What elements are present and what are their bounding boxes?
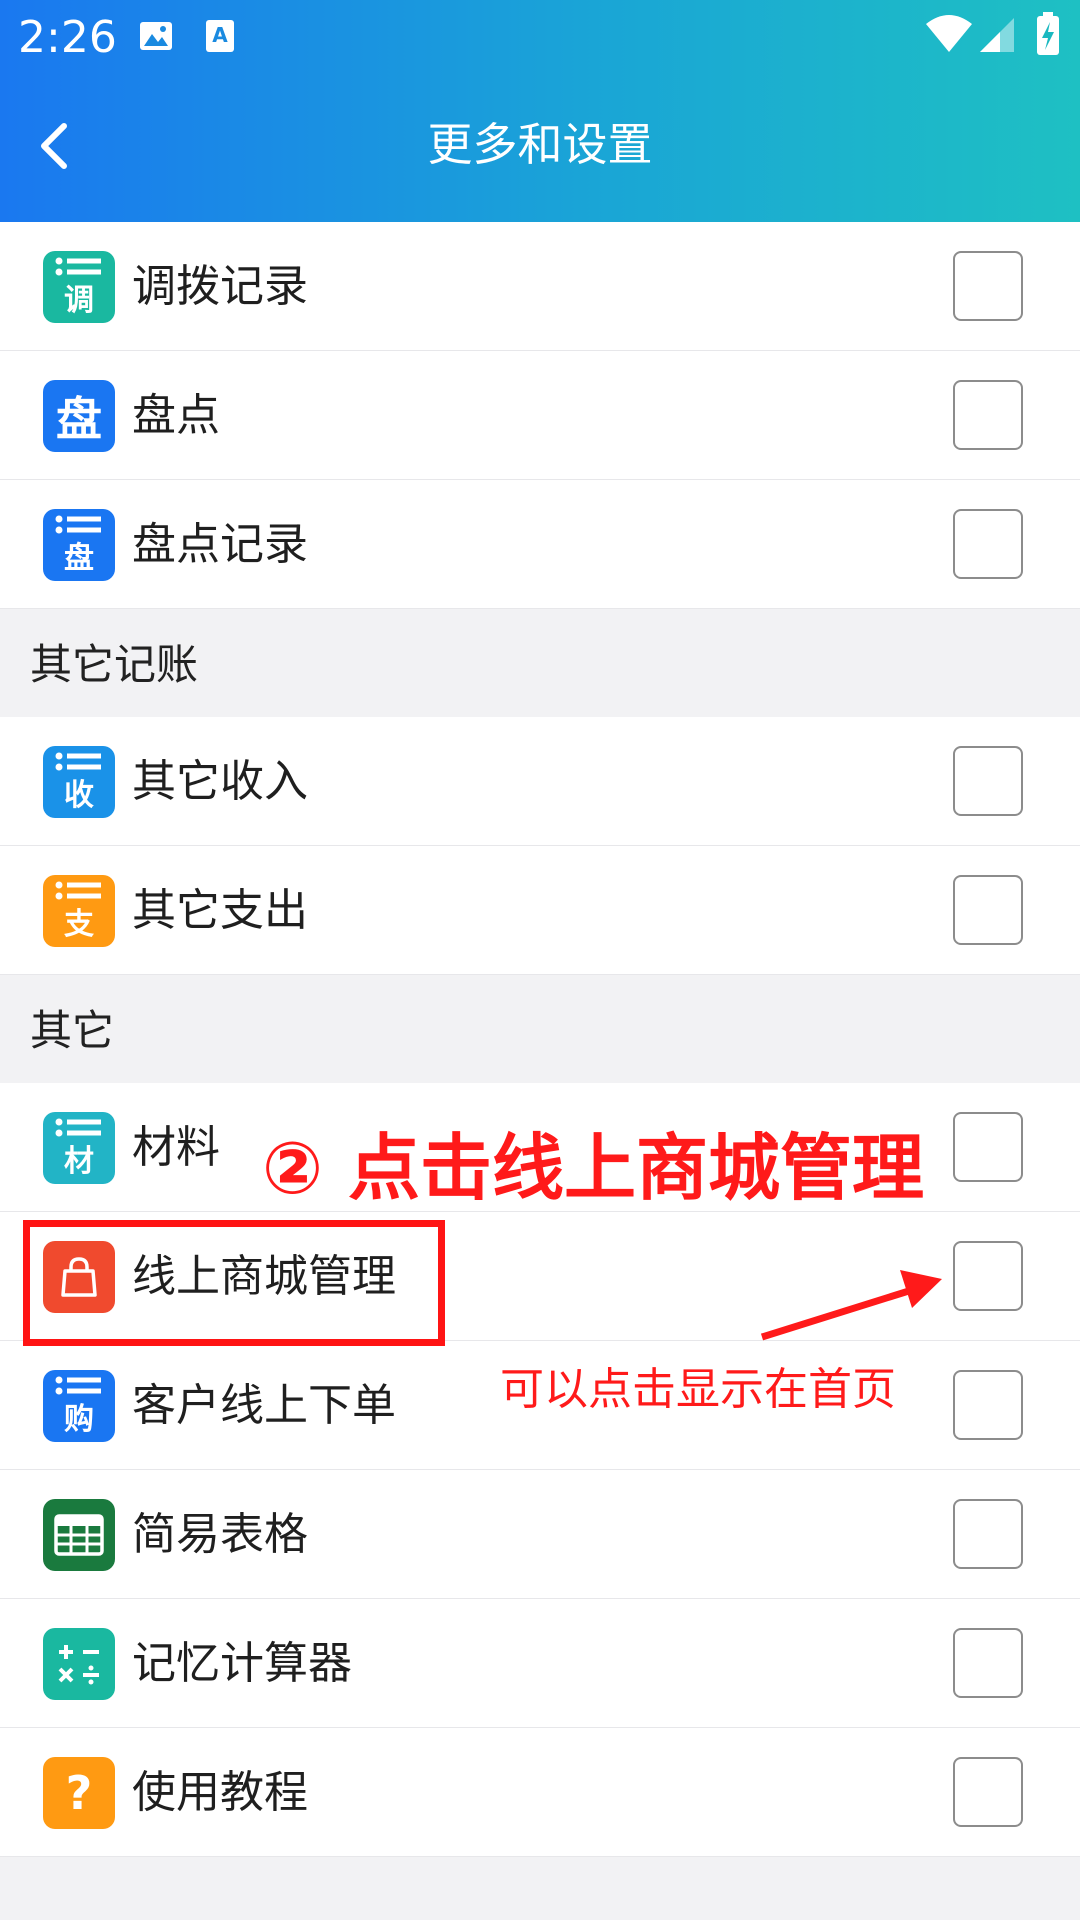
app-notification-icon: A <box>206 20 234 52</box>
list-transfer-icon: 调 <box>43 251 115 323</box>
list-item-tutorial[interactable]: ? 使用教程 <box>0 1728 1080 1857</box>
show-on-home-checkbox[interactable] <box>953 251 1023 321</box>
show-on-home-checkbox[interactable] <box>953 875 1023 945</box>
svg-text:A: A <box>212 23 228 47</box>
settings-list: 调 调拨记录 盘 盘点 盘 盘点记录 其它记账 收 其它收入 支 其它支出 其它… <box>0 222 1080 1857</box>
status-time: 2:26 <box>18 12 117 63</box>
show-on-home-checkbox[interactable] <box>953 1370 1023 1440</box>
list-item-memory-calculator[interactable]: 记忆计算器 <box>0 1599 1080 1728</box>
section-header-other-accounting: 其它记账 <box>0 609 1080 717</box>
list-item-other-expense[interactable]: 支 其它支出 <box>0 846 1080 975</box>
list-item-label: 其它支出 <box>132 885 308 936</box>
list-purchase-icon: 购 <box>43 1370 115 1442</box>
show-on-home-checkbox[interactable] <box>953 1757 1023 1827</box>
list-item-simple-table[interactable]: 简易表格 <box>0 1470 1080 1599</box>
help-icon: ? <box>43 1757 115 1829</box>
list-item-label: 客户线上下单 <box>132 1380 396 1431</box>
list-item-inventory[interactable]: 盘 盘点 <box>0 351 1080 480</box>
wifi-icon <box>926 15 972 52</box>
list-item-label: 调拨记录 <box>132 261 308 312</box>
list-item-label: 简易表格 <box>132 1509 308 1560</box>
list-item-label: 记忆计算器 <box>132 1638 352 1689</box>
show-on-home-checkbox[interactable] <box>953 509 1023 579</box>
show-on-home-checkbox[interactable] <box>953 1112 1023 1182</box>
show-on-home-checkbox[interactable] <box>953 380 1023 450</box>
show-on-home-checkbox[interactable] <box>953 1241 1023 1311</box>
section-header-other: 其它 <box>0 975 1080 1083</box>
list-income-icon: 收 <box>43 746 115 818</box>
image-notification-icon <box>140 22 172 50</box>
list-item-label: 盘点 <box>132 390 220 441</box>
show-on-home-checkbox[interactable] <box>953 1628 1023 1698</box>
inventory-icon: 盘 <box>43 380 115 452</box>
list-inventory-icon: 盘 <box>43 509 115 581</box>
annotation-highlight-box <box>23 1220 445 1346</box>
annotation-step-title: ② 点击线上商城管理 <box>262 1126 925 1210</box>
list-item-inventory-records[interactable]: 盘 盘点记录 <box>0 480 1080 609</box>
calculator-icon <box>43 1628 115 1700</box>
page-title: 更多和设置 <box>427 118 653 171</box>
list-item-label: 盘点记录 <box>132 519 308 570</box>
list-item-transfer-records[interactable]: 调 调拨记录 <box>0 222 1080 351</box>
list-item-label: 使用教程 <box>132 1767 308 1818</box>
battery-charging-icon <box>1037 12 1059 55</box>
list-item-label: 材料 <box>132 1122 220 1173</box>
app-bar: 2:26 A 更多和设置 <box>0 0 1080 222</box>
show-on-home-checkbox[interactable] <box>953 1499 1023 1569</box>
annotation-note: 可以点击显示在首页 <box>500 1364 896 1415</box>
list-item-label: 其它收入 <box>132 756 308 807</box>
signal-icon <box>980 18 1014 52</box>
show-on-home-checkbox[interactable] <box>953 746 1023 816</box>
list-expense-icon: 支 <box>43 875 115 947</box>
list-item-other-income[interactable]: 收 其它收入 <box>0 717 1080 846</box>
list-material-icon: 材 <box>43 1112 115 1184</box>
table-icon <box>43 1499 115 1571</box>
